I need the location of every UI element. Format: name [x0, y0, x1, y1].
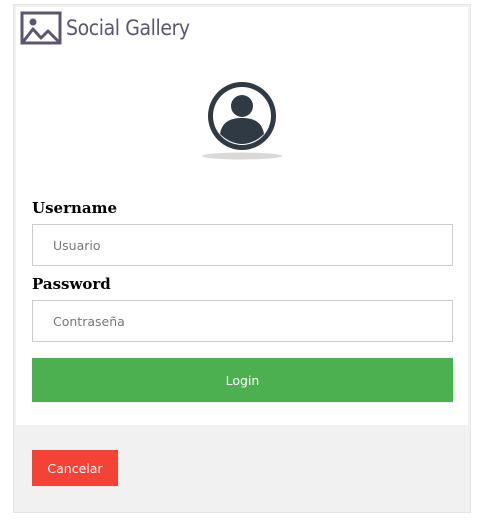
- cancel-button[interactable]: Cancelar: [32, 450, 118, 486]
- password-label: Password: [32, 275, 111, 293]
- image-icon: [20, 11, 62, 45]
- password-input[interactable]: [32, 300, 453, 342]
- username-input[interactable]: [32, 224, 453, 266]
- login-button[interactable]: Login: [32, 358, 453, 402]
- brand-name: Social Gallery: [66, 16, 190, 40]
- user-circle-icon: [202, 82, 282, 160]
- brand-logo[interactable]: Social Gallery: [20, 10, 190, 46]
- username-label: Username: [32, 199, 118, 217]
